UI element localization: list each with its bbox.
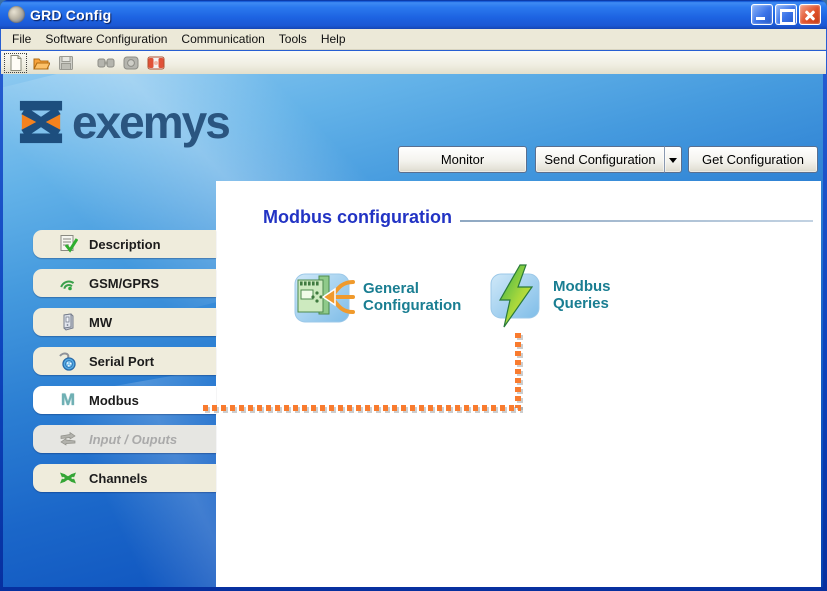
io-arrows-icon bbox=[57, 428, 79, 450]
get-configuration-button[interactable]: Get Configuration bbox=[688, 146, 818, 173]
brand-logo: exemys bbox=[18, 100, 229, 144]
open-file-button[interactable] bbox=[29, 53, 52, 73]
modbus-connector-line-horizontal bbox=[203, 405, 521, 411]
label-line: Queries bbox=[553, 295, 611, 312]
sidebar-item-description[interactable]: Description bbox=[33, 230, 216, 258]
menu-software-configuration[interactable]: Software Configuration bbox=[38, 29, 174, 49]
serial-connector-icon bbox=[57, 350, 79, 372]
titlebar: GRD Config bbox=[0, 0, 827, 29]
modbus-queries-label: Modbus Queries bbox=[553, 278, 611, 312]
new-file-icon bbox=[7, 54, 25, 72]
general-configuration-label: General Configuration bbox=[363, 280, 461, 314]
menu-tools[interactable]: Tools bbox=[272, 29, 314, 49]
sidebar-item-label: Channels bbox=[89, 471, 148, 486]
sidebar-item-input-outputs: Input / Ouputs bbox=[33, 425, 216, 453]
connect-button bbox=[94, 53, 117, 73]
sidebar-item-label: Modbus bbox=[89, 393, 139, 408]
toolbar bbox=[1, 51, 826, 74]
channels-icon bbox=[57, 467, 79, 489]
sidebar-item-label: Input / Ouputs bbox=[89, 432, 177, 447]
menu-communication[interactable]: Communication bbox=[174, 29, 271, 49]
m-glyph: M bbox=[61, 390, 75, 410]
app-body: exemys Monitor Send Configuration Get Co… bbox=[3, 74, 823, 587]
send-configuration-dropdown[interactable] bbox=[664, 146, 682, 173]
minimize-button[interactable] bbox=[751, 4, 773, 25]
sidebar-item-modbus[interactable]: M Modbus bbox=[33, 386, 216, 414]
menu-help[interactable]: Help bbox=[314, 29, 353, 49]
network-button bbox=[119, 53, 142, 73]
new-file-button[interactable] bbox=[4, 53, 27, 73]
network-icon bbox=[122, 55, 140, 71]
sidebar-item-label: MW bbox=[89, 315, 112, 330]
page-title: Modbus configuration bbox=[263, 207, 452, 228]
label-line: Configuration bbox=[363, 297, 461, 314]
heading-rule bbox=[460, 220, 813, 222]
action-bar: Monitor Send Configuration Get Configura… bbox=[3, 146, 823, 173]
menu-file[interactable]: File bbox=[5, 29, 38, 49]
sidebar-item-mw[interactable]: MW bbox=[33, 308, 216, 336]
modbus-connector-line-vertical bbox=[515, 333, 521, 408]
close-button[interactable] bbox=[799, 4, 821, 25]
disconnect-button[interactable] bbox=[144, 53, 167, 73]
lightning-icon bbox=[487, 264, 545, 328]
maximize-button[interactable] bbox=[775, 4, 797, 25]
tower-icon bbox=[57, 311, 79, 333]
send-configuration-button[interactable]: Send Configuration bbox=[535, 146, 665, 173]
sidebar-item-label: Serial Port bbox=[89, 354, 154, 369]
app-window: GRD Config File Software Configuration C… bbox=[0, 0, 827, 591]
sidebar-item-label: GSM/GPRS bbox=[89, 276, 159, 291]
sidebar-item-gsm-gprs[interactable]: GSM/GPRS bbox=[33, 269, 216, 297]
sidebar-item-serial-port[interactable]: Serial Port bbox=[33, 347, 216, 375]
modbus-m-icon: M bbox=[57, 389, 79, 411]
plc-fork-icon bbox=[291, 266, 355, 328]
sidebar-item-channels[interactable]: Channels bbox=[33, 464, 216, 492]
monitor-button[interactable]: Monitor bbox=[398, 146, 527, 173]
notes-check-icon bbox=[57, 233, 79, 255]
disconnect-icon bbox=[147, 55, 165, 71]
open-folder-icon bbox=[32, 54, 50, 72]
connect-icon bbox=[97, 55, 115, 71]
modbus-queries-shortcut[interactable]: Modbus Queries bbox=[487, 264, 611, 328]
save-icon bbox=[57, 54, 75, 72]
app-logo-icon bbox=[8, 6, 25, 23]
save-button bbox=[54, 53, 77, 73]
window-title: GRD Config bbox=[30, 7, 749, 23]
sidebar-item-label: Description bbox=[89, 237, 161, 252]
menubar: File Software Configuration Communicatio… bbox=[1, 29, 826, 50]
signal-icon bbox=[57, 272, 79, 294]
label-line: Modbus bbox=[553, 278, 611, 295]
general-configuration-shortcut[interactable]: General Configuration bbox=[291, 266, 461, 328]
label-line: General bbox=[363, 280, 461, 297]
brand-wordmark: exemys bbox=[72, 100, 229, 144]
exemys-logo-icon bbox=[18, 100, 64, 144]
